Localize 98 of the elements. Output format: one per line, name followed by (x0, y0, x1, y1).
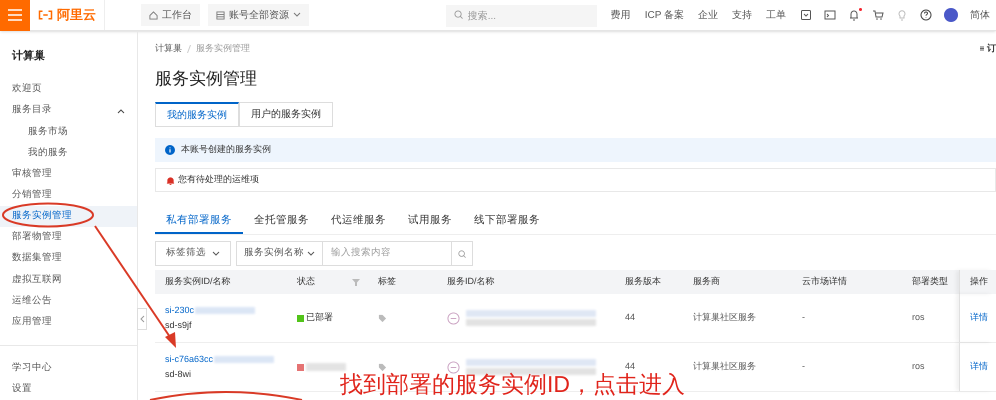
sidebar-item[interactable]: 欢迎页 (0, 78, 137, 100)
service-logo-icon (447, 360, 460, 374)
sidebar-item[interactable]: 学习中心 (0, 358, 137, 379)
alert-banner[interactable]: 您有待处理的运维项 (155, 168, 996, 192)
sidebar-item[interactable]: 运维公告 (0, 290, 137, 312)
nav-link[interactable]: ICP 备案 (644, 8, 684, 22)
chevron-down-icon (212, 250, 220, 256)
instance-name: sd-8wi (165, 368, 192, 380)
breadcrumb-item: 服务实例管理 (196, 42, 250, 55)
tag-icon[interactable] (378, 362, 387, 372)
page-title: 服务实例管理 (155, 68, 258, 90)
corner-label[interactable]: 订 (987, 42, 996, 56)
breadcrumb-item[interactable]: 计算巢 (155, 42, 182, 56)
list-icon (980, 45, 984, 52)
info-banner: 本账号创建的服务实例 (155, 138, 996, 162)
sidebar-item[interactable]: 分销管理 (0, 184, 137, 206)
column-header: 服务ID/名称 (447, 275, 495, 288)
annotation-text: 找到部署的服务实例ID，点击进入 (340, 370, 685, 398)
tab[interactable]: 试用服务 (397, 210, 463, 234)
list-icon (216, 10, 225, 20)
search-icon (458, 250, 466, 258)
sidebar-item[interactable]: 数据集管理 (0, 248, 137, 270)
sidebar-item[interactable]: 设置 (0, 378, 137, 400)
avatar[interactable] (944, 8, 958, 22)
menu-button[interactable] (0, 0, 30, 30)
collapse-handle[interactable] (137, 308, 147, 330)
sidebar-item[interactable]: 我的服务 (0, 142, 137, 164)
nav-link[interactable]: 费用 (610, 8, 631, 22)
redacted-block (195, 307, 256, 314)
filter-icon[interactable] (352, 278, 360, 286)
table-cell-text: 计算巢社区服务 (693, 360, 756, 374)
nav-link[interactable]: 工单 (766, 8, 786, 22)
status-text: 已部署 (306, 311, 333, 324)
lightbulb-icon[interactable] (896, 9, 908, 21)
logo-text: 阿里云 (57, 6, 96, 24)
tab[interactable]: 代运维服务 (320, 210, 397, 234)
table-cell-text: 计算巢社区服务 (693, 311, 756, 324)
chevron-up-icon (117, 108, 125, 114)
sidebar-title: 计算巢 (10, 48, 46, 64)
info-icon (165, 145, 175, 155)
menu-icon (8, 9, 22, 21)
tag-filter-dropdown[interactable]: 标签筛选 (155, 241, 231, 266)
breadcrumb-separator-icon (187, 44, 191, 52)
language-link[interactable]: 简体 (970, 8, 996, 22)
sidebar-item[interactable]: 虚拟互联网 (0, 269, 137, 290)
column-header: 状态 (297, 275, 315, 288)
instance-name: sd-s9jf (165, 318, 193, 332)
code-window-icon[interactable] (800, 9, 812, 21)
workbench-button[interactable]: 工作台 (141, 4, 200, 26)
column-header: 标签 (378, 275, 396, 288)
table-cell-text: 44 (625, 360, 636, 373)
column-header: 操作 (970, 275, 988, 288)
table-cell-text: ros (912, 360, 925, 374)
table-cell-text: ros (912, 311, 925, 324)
redacted-block (306, 363, 346, 371)
tab[interactable]: 私有部署服务 (155, 210, 243, 234)
search-field[interactable]: 搜索... (446, 5, 597, 28)
terminal-icon[interactable] (824, 9, 836, 21)
tab[interactable]: 线下部署服务 (463, 210, 551, 234)
details-link[interactable]: 详情 (970, 360, 988, 374)
sidebar-item[interactable]: 服务实例管理 (0, 206, 137, 227)
table-cell-text: - (802, 311, 805, 324)
search-button[interactable] (451, 241, 473, 266)
chevron-down-icon (293, 12, 301, 18)
table-cell-text: 44 (625, 311, 636, 324)
sidebar-item[interactable]: 应用管理 (0, 312, 137, 333)
details-link[interactable]: 详情 (970, 311, 988, 325)
chevron-left-icon (140, 315, 144, 323)
logo-icon (38, 9, 53, 21)
help-icon[interactable] (920, 9, 932, 21)
tag-icon[interactable] (378, 314, 387, 322)
column-header: 服务商 (693, 275, 720, 288)
chevron-down-icon (307, 250, 315, 256)
tab[interactable]: 我的服务实例 (155, 102, 239, 127)
tab[interactable]: 全托管服务 (243, 210, 320, 234)
column-header: 服务版本 (625, 275, 661, 288)
nav-link[interactable]: 支持 (732, 8, 752, 22)
sidebar-item[interactable]: 审核管理 (0, 163, 137, 185)
service-logo-icon (447, 312, 460, 324)
instance-id-link[interactable]: si-230c (165, 304, 194, 318)
redacted-block (214, 356, 274, 364)
sidebar-item[interactable]: 服务目录 (0, 100, 137, 122)
tab[interactable]: 用户的服务实例 (239, 102, 333, 127)
table-cell-text: - (802, 360, 805, 374)
resources-dropdown[interactable]: 账号全部资源 (208, 4, 309, 26)
cart-icon[interactable] (872, 9, 884, 21)
bell-icon[interactable] (848, 9, 860, 21)
field-dropdown[interactable]: 服务实例名称 (236, 241, 323, 266)
column-header: 云市场详情 (802, 275, 847, 288)
sidebar-item[interactable]: 部署物管理 (0, 226, 137, 248)
column-header: 服务实例ID/名称 (165, 275, 231, 288)
instance-id-link[interactable]: si-c76a63cc (165, 353, 214, 366)
nav-link[interactable]: 企业 (698, 8, 718, 22)
bell-icon (166, 176, 175, 184)
column-header: 部署类型 (912, 275, 948, 288)
home-icon (149, 10, 158, 20)
sidebar-item[interactable]: 服务市场 (0, 121, 137, 142)
search-input[interactable]: 输入搜索内容 (323, 241, 451, 266)
